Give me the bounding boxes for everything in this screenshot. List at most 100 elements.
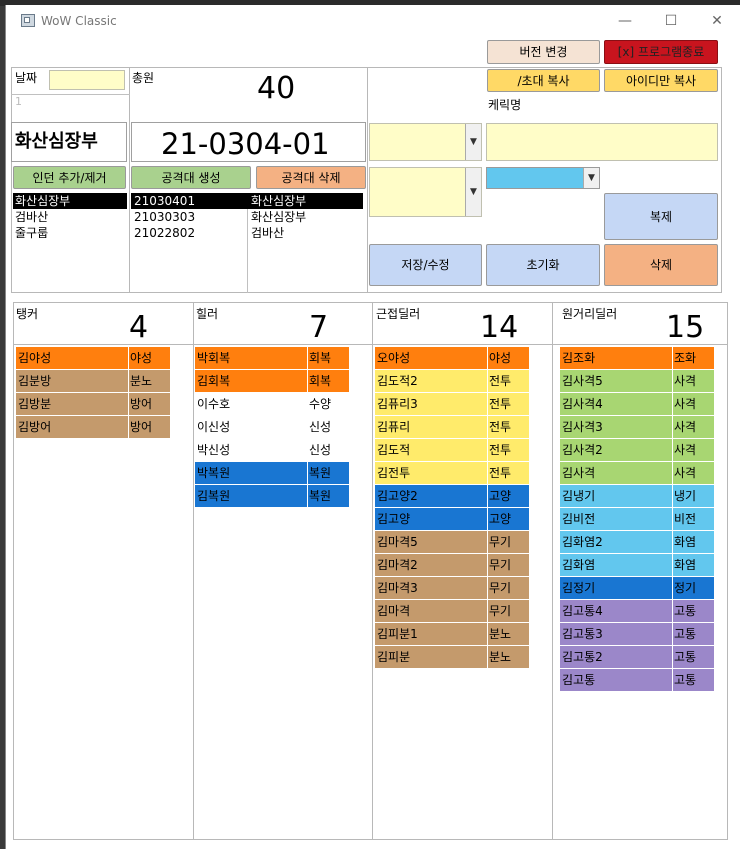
member-spec: 무기 [488, 577, 529, 599]
member-row[interactable]: 김사격3 사격 [560, 416, 715, 438]
member-name: 김분방 [16, 370, 128, 392]
member-row[interactable]: 김냉기 냉기 [560, 485, 715, 507]
member-row[interactable]: 김회복 회복 [195, 370, 350, 392]
date-input[interactable] [49, 70, 125, 90]
member-spec: 회복 [308, 347, 349, 369]
minimize-button[interactable]: — [602, 5, 648, 37]
member-spec: 분노 [129, 370, 170, 392]
member-row[interactable]: 김사격4 사격 [560, 393, 715, 415]
member-row[interactable]: 김사격5 사격 [560, 370, 715, 392]
member-row[interactable]: 오야성 야성 [375, 347, 530, 369]
member-row[interactable]: 김마격 무기 [375, 600, 530, 622]
member-row[interactable]: 김정기 정기 [560, 577, 715, 599]
member-row[interactable]: 박회복 회복 [195, 347, 350, 369]
member-row[interactable]: 김퓨리 전투 [375, 416, 530, 438]
member-row[interactable]: 박복원 복원 [195, 462, 350, 484]
member-row[interactable]: 김마격3 무기 [375, 577, 530, 599]
divider [372, 302, 373, 840]
total-label: 총원 [132, 71, 155, 85]
raid-id-box: 21-0304-01 [131, 122, 366, 162]
class-select[interactable]: ▼ [369, 123, 482, 161]
member-row[interactable]: 김복원 복원 [195, 485, 350, 507]
member-name: 김사격5 [560, 370, 672, 392]
member-row[interactable]: 김사격2 사격 [560, 439, 715, 461]
member-row[interactable]: 김고통2 고통 [560, 646, 715, 668]
close-button[interactable]: ✕ [694, 5, 740, 37]
raid-list-dungeon: 화산심장부 [251, 210, 307, 224]
member-spec: 고양 [488, 508, 529, 530]
member-row[interactable]: 김피분1 분노 [375, 623, 530, 645]
window-title: WoW Classic [41, 14, 117, 28]
member-name: 김조화 [560, 347, 672, 369]
copy-button[interactable]: 복제 [604, 193, 718, 240]
member-row[interactable]: 김고통 고통 [560, 669, 715, 691]
version-change-button[interactable]: 버전 변경 [487, 40, 600, 64]
member-row[interactable]: 김고양 고양 [375, 508, 530, 530]
member-name: 김사격2 [560, 439, 672, 461]
member-row[interactable]: 김고양2 고양 [375, 485, 530, 507]
column-header-healer: 힐러 [196, 307, 219, 321]
id-only-copy-button[interactable]: 아이디만 복사 [604, 69, 718, 92]
dungeon-add-remove-button[interactable]: 인던 추가/제거 [13, 166, 126, 189]
member-row[interactable]: 김방분 방어 [16, 393, 171, 415]
member-spec: 화염 [673, 531, 714, 553]
save-edit-button[interactable]: 저장/수정 [369, 244, 482, 286]
maximize-button[interactable]: ☐ [648, 5, 694, 37]
member-spec: 전투 [488, 416, 529, 438]
divider [552, 302, 553, 840]
role-select[interactable]: ▼ [369, 167, 482, 217]
character-name-input[interactable] [486, 123, 718, 161]
member-row[interactable]: 이수호 수양 [195, 393, 350, 415]
member-spec: 정기 [673, 577, 714, 599]
reset-button[interactable]: 초기화 [486, 244, 600, 286]
raid-create-button[interactable]: 공격대 생성 [131, 166, 251, 189]
member-name: 김방분 [16, 393, 128, 415]
member-name: 김도적 [375, 439, 487, 461]
member-name: 김회복 [195, 370, 307, 392]
member-spec: 사격 [673, 416, 714, 438]
list-item[interactable]: 검바산 [13, 209, 127, 225]
invite-copy-button[interactable]: /초대 복사 [487, 69, 600, 92]
member-spec: 사격 [673, 439, 714, 461]
member-name: 김전투 [375, 462, 487, 484]
member-row[interactable]: 박신성 신성 [195, 439, 350, 461]
member-spec: 회복 [308, 370, 349, 392]
column-header-tank: 탱커 [16, 307, 39, 321]
member-row[interactable]: 김방어 방어 [16, 416, 171, 438]
member-row[interactable]: 김사격 사격 [560, 462, 715, 484]
member-row[interactable]: 김퓨리3 전투 [375, 393, 530, 415]
list-item[interactable]: 줄구룹 [13, 225, 127, 241]
member-row[interactable]: 김피분 분노 [375, 646, 530, 668]
raid-list-dungeon: 화산심장부 [251, 194, 307, 208]
member-spec: 전투 [488, 393, 529, 415]
list-item[interactable]: 21030401 화산심장부 [131, 193, 363, 209]
member-row[interactable]: 김야성 야성 [16, 347, 171, 369]
member-row[interactable]: 김조화 조화 [560, 347, 715, 369]
color-select[interactable]: ▼ [486, 167, 600, 189]
member-row[interactable]: 김비전 비전 [560, 508, 715, 530]
member-row[interactable]: 김마격2 무기 [375, 554, 530, 576]
list-item[interactable]: 화산심장부 [13, 193, 127, 209]
column-header-ranged: 원거리딜러 [562, 307, 618, 321]
member-row[interactable]: 김전투 전투 [375, 462, 530, 484]
raid-delete-button[interactable]: 공격대 삭제 [256, 166, 366, 189]
member-name: 김화염2 [560, 531, 672, 553]
member-spec: 냉기 [673, 485, 714, 507]
member-row[interactable]: 김화염 화염 [560, 554, 715, 576]
member-name: 김사격4 [560, 393, 672, 415]
member-row[interactable]: 김고통4 고통 [560, 600, 715, 622]
member-row[interactable]: 김도적 전투 [375, 439, 530, 461]
member-row[interactable]: 김도적2 전투 [375, 370, 530, 392]
delete-button[interactable]: 삭제 [604, 244, 718, 286]
member-row[interactable]: 김고통3 고통 [560, 623, 715, 645]
member-spec: 야성 [129, 347, 170, 369]
column-header-melee: 근접딜러 [376, 307, 421, 321]
member-row[interactable]: 김마격5 무기 [375, 531, 530, 553]
raid-list-id: 21022802 [134, 226, 196, 240]
divider [247, 209, 248, 293]
member-spec: 화염 [673, 554, 714, 576]
exit-program-button[interactable]: [x] 프로그램종료 [604, 40, 718, 64]
member-row[interactable]: 이신성 신성 [195, 416, 350, 438]
member-row[interactable]: 김화염2 화염 [560, 531, 715, 553]
member-row[interactable]: 김분방 분노 [16, 370, 171, 392]
